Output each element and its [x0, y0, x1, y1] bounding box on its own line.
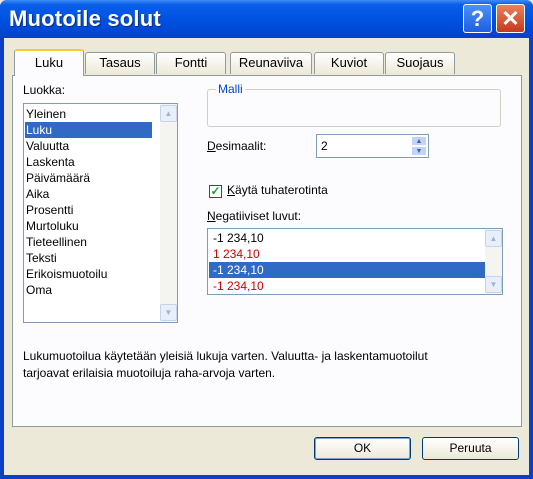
- tab-suojaus[interactable]: Suojaus: [385, 52, 455, 74]
- dialog-title: Muotoile solut: [9, 6, 161, 31]
- tab-tasaus[interactable]: Tasaus: [85, 52, 155, 74]
- negative-label: Negatiiviset luvut:: [207, 209, 302, 223]
- category-label: Luokka:: [23, 83, 66, 97]
- category-item[interactable]: Tieteellinen: [25, 234, 152, 250]
- ok-button[interactable]: OK: [314, 437, 411, 460]
- help-button[interactable]: ?: [463, 4, 492, 33]
- tab-kuviot[interactable]: Kuviot: [314, 52, 384, 74]
- category-item[interactable]: Murtoluku: [25, 218, 152, 234]
- close-button[interactable]: ✕: [496, 4, 525, 33]
- dialog-client: Luku Tasaus Fontti Reunaviiva Kuviot Suo…: [4, 38, 529, 475]
- category-list[interactable]: Yleinen Luku Valuutta Laskenta Päivämäärä Aik…: [23, 103, 178, 323]
- category-scrollbar[interactable]: ▲ ▼: [160, 104, 177, 322]
- category-item[interactable]: Aika: [25, 186, 152, 202]
- tab-label: Suojaus: [396, 55, 444, 70]
- cancel-button[interactable]: Peruuta: [422, 437, 519, 460]
- category-item[interactable]: Prosentti: [25, 202, 152, 218]
- category-item[interactable]: Teksti: [25, 250, 152, 266]
- scroll-down-icon[interactable]: ▼: [485, 276, 502, 293]
- negative-format-item[interactable]: 1 234,10: [209, 246, 488, 262]
- decimals-value: 2: [321, 139, 328, 153]
- close-icon: ✕: [501, 5, 520, 31]
- checkmark-icon: ✓: [210, 184, 221, 198]
- negative-format-item[interactable]: -1 234,10: [209, 262, 488, 278]
- scroll-down-icon[interactable]: ▼: [160, 304, 177, 321]
- tab-label: Kuviot: [330, 55, 368, 70]
- scroll-up-icon[interactable]: ▲: [485, 230, 502, 247]
- category-item[interactable]: Päivämäärä: [25, 170, 152, 186]
- decimals-label: Desimaalit:: [207, 139, 267, 153]
- category-item[interactable]: Valuutta: [25, 138, 152, 154]
- negative-list[interactable]: -1 234,10 1 234,10 -1 234,10 -1 234,10 ▲ ▼: [207, 228, 503, 295]
- chevron-down-icon[interactable]: ▼: [411, 146, 427, 156]
- separator-checkbox[interactable]: ✓: [209, 185, 222, 198]
- scroll-up-icon[interactable]: ▲: [160, 105, 177, 122]
- tab-reunaviiva[interactable]: Reunaviiva: [230, 52, 312, 74]
- help-icon: ?: [470, 5, 485, 31]
- title-bar[interactable]: Muotoile solut ? ✕: [0, 0, 533, 38]
- negative-format-item[interactable]: -1 234,10: [209, 278, 488, 294]
- category-item[interactable]: Oma: [25, 282, 152, 298]
- format-description: Lukumuotoilua käytetään yleisiä lukuja v…: [23, 349, 428, 380]
- tab-label: Luku: [34, 55, 64, 70]
- cancel-label: Peruuta: [449, 441, 492, 455]
- tab-panel-luku: Luokka: Yleinen Luku Valuutta Laskenta Päivä…: [12, 75, 522, 427]
- decimals-stepper[interactable]: 2 ▲ ▼: [316, 134, 429, 158]
- negative-format-item[interactable]: -1 234,10: [209, 230, 488, 246]
- tab-label: Tasaus: [99, 55, 141, 70]
- category-item[interactable]: Luku: [25, 122, 152, 138]
- tab-label: Reunaviiva: [238, 55, 304, 70]
- ok-label: OK: [353, 441, 372, 455]
- category-item[interactable]: Yleinen: [25, 106, 152, 122]
- tab-luku[interactable]: Luku: [14, 49, 84, 76]
- category-item[interactable]: Laskenta: [25, 154, 152, 170]
- sample-group: Malli: [207, 82, 501, 127]
- negative-scrollbar[interactable]: ▲ ▼: [485, 229, 502, 294]
- tab-fontti[interactable]: Fontti: [156, 52, 226, 74]
- separator-label: Käytä tuhaterotinta: [227, 183, 328, 197]
- category-item[interactable]: Erikoismuotoilu: [25, 266, 152, 282]
- chevron-up-icon[interactable]: ▲: [411, 136, 427, 146]
- sample-label: Malli: [216, 82, 245, 96]
- tab-label: Fontti: [174, 55, 208, 70]
- dialog-window: Muotoile solut ? ✕ Luku Tasaus Fontti Re…: [0, 0, 533, 479]
